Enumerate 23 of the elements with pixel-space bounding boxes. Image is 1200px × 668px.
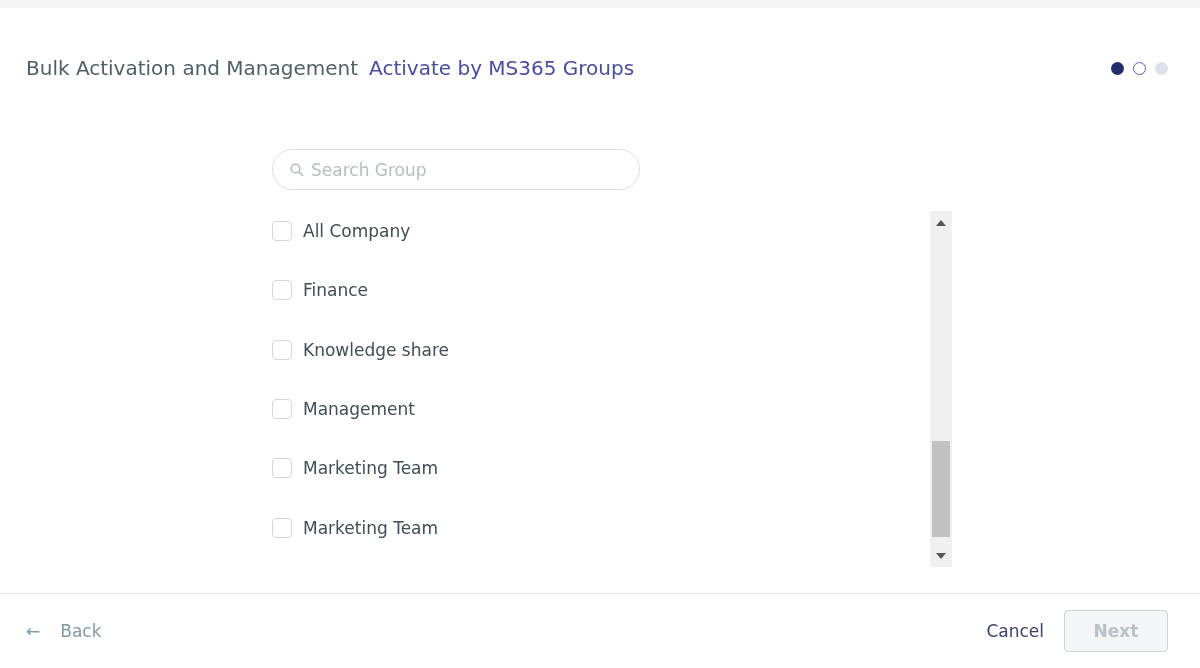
scroll-up-icon[interactable] — [936, 220, 946, 226]
group-label: Marketing Team — [303, 457, 439, 480]
checkbox[interactable] — [272, 339, 292, 360]
group-label: All Company — [303, 220, 411, 242]
group-label: Marketing Team — [303, 516, 439, 539]
back-link[interactable]: ← Back — [26, 621, 102, 641]
checkbox[interactable] — [272, 221, 292, 241]
page-subtitle: Activate by MS365 Groups — [369, 56, 635, 80]
search-icon — [290, 163, 304, 177]
group-label: Finance — [303, 279, 369, 302]
checkbox[interactable] — [272, 399, 292, 419]
back-arrow-icon: ← — [26, 621, 41, 641]
search-field[interactable]: Search Group — [272, 149, 640, 190]
page-title: Bulk Activation and Management — [26, 56, 359, 80]
checkbox[interactable] — [272, 517, 292, 538]
scrollbar[interactable] — [930, 211, 952, 567]
checkbox[interactable] — [272, 458, 292, 479]
cancel-link[interactable]: Cancel — [986, 621, 1044, 641]
scrollbar-thumb[interactable] — [932, 441, 950, 537]
group-label: Management — [303, 398, 415, 420]
checkbox[interactable] — [272, 280, 292, 301]
scroll-down-icon[interactable] — [936, 553, 946, 559]
group-label: Knowledge share — [303, 338, 449, 361]
